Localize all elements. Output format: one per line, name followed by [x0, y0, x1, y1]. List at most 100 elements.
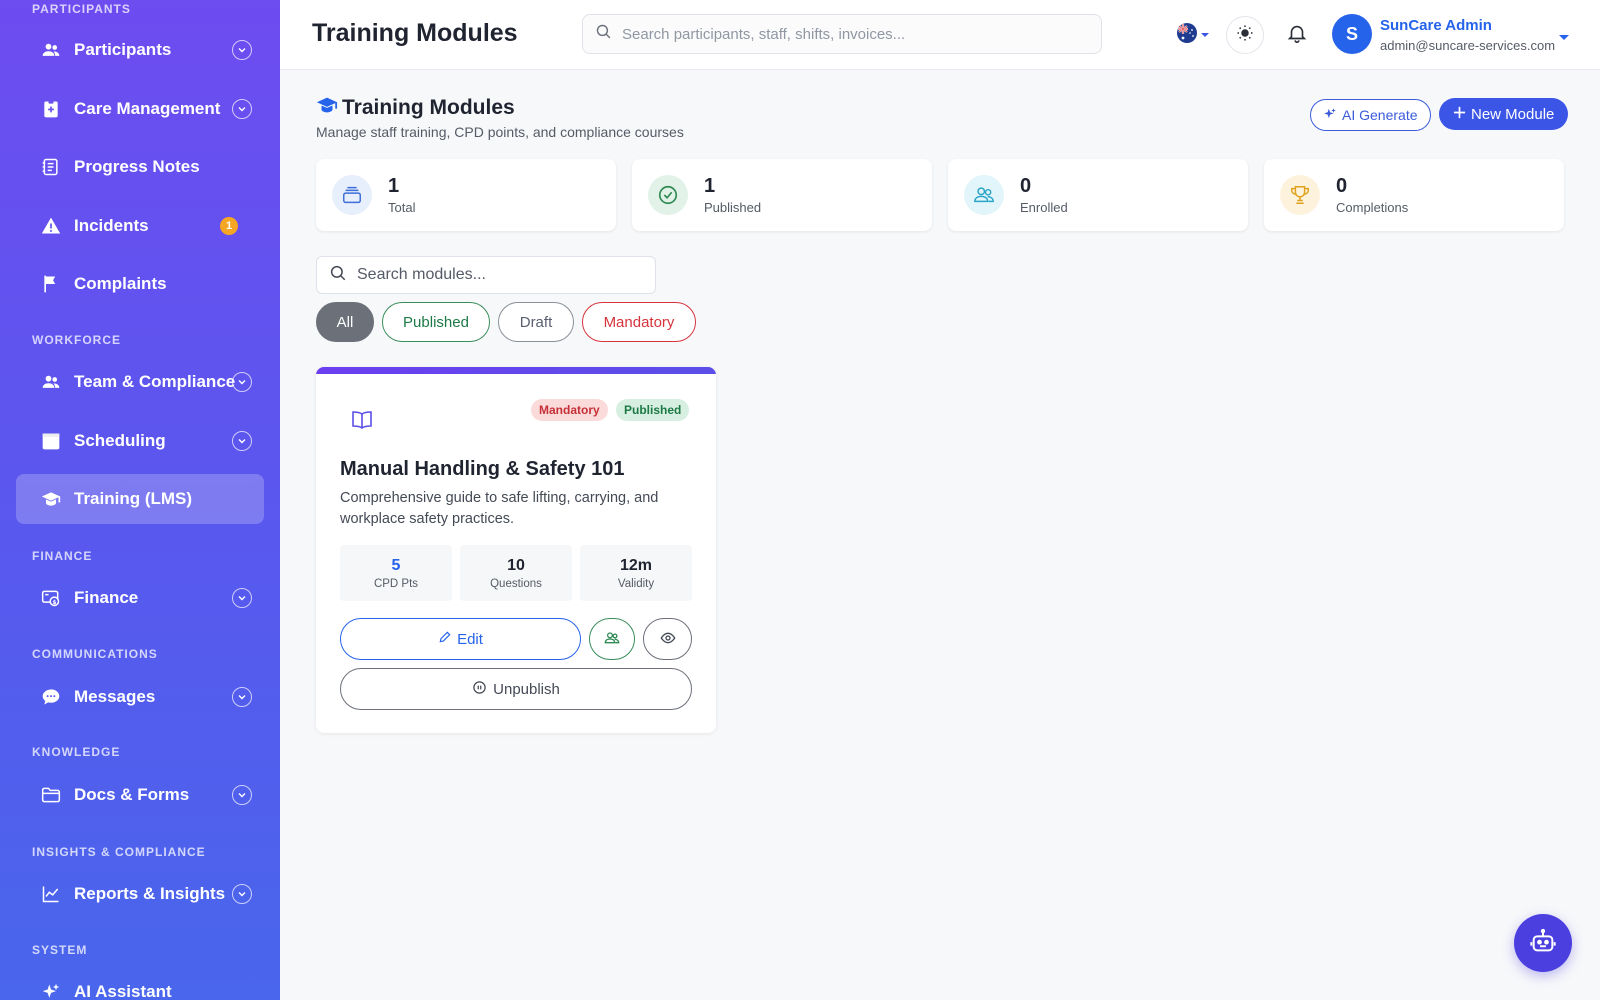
unpublish-button[interactable]: Unpublish: [340, 668, 692, 710]
chevron-down-icon[interactable]: [232, 687, 252, 707]
sidebar-item-label: Scheduling: [74, 431, 166, 450]
sidebar-item-label: Participants: [74, 40, 172, 59]
section-heading-text: Training Modules: [342, 96, 515, 119]
metric-label: Questions: [490, 578, 542, 590]
sidebar-item-reports[interactable]: Reports & Insights: [16, 869, 264, 919]
sidebar-item-label: Incidents: [74, 216, 149, 235]
sidebar-item-finance[interactable]: $ Finance: [16, 573, 264, 623]
metric-cpd-points: 5 CPD Pts: [340, 545, 452, 601]
stat-value: 1: [388, 175, 400, 197]
sidebar-item-label: Complaints: [74, 274, 167, 293]
global-search-input[interactable]: [622, 25, 1082, 43]
metric-value: 5: [391, 557, 401, 574]
section-label-participants: PARTICIPANTS: [32, 2, 131, 16]
sidebar-item-docs-forms[interactable]: Docs & Forms: [16, 770, 264, 820]
sparkle-icon: [40, 981, 62, 1000]
sun-icon: [1236, 24, 1254, 47]
sidebar-item-scheduling[interactable]: Scheduling: [16, 416, 264, 466]
stat-label: Total: [388, 200, 416, 215]
filter-draft[interactable]: Draft: [498, 302, 574, 342]
sidebar-item-ai-assistant[interactable]: AI Assistant: [16, 967, 264, 1000]
enroll-users-button[interactable]: [589, 618, 635, 660]
chevron-down-icon[interactable]: [232, 99, 252, 119]
sparkle-icon: [1323, 107, 1337, 124]
sidebar-item-progress-notes[interactable]: Progress Notes: [16, 142, 264, 192]
sidebar-item-training[interactable]: Training (LMS): [16, 474, 264, 524]
users-icon: [40, 371, 62, 393]
sidebar-item-care-management[interactable]: Care Management: [16, 84, 264, 134]
chevron-down-icon[interactable]: [232, 884, 252, 904]
stat-card-published: 1 Published: [632, 159, 932, 231]
sidebar-item-complaints[interactable]: Complaints: [16, 259, 264, 309]
eye-icon: [660, 630, 676, 649]
ai-generate-button[interactable]: AI Generate: [1310, 99, 1431, 131]
metric-value: 10: [507, 557, 525, 574]
page-subtitle: Manage staff training, CPD points, and c…: [316, 124, 684, 140]
sidebar-item-label: Messages: [74, 687, 156, 706]
language-selector[interactable]: [1176, 22, 1210, 49]
preview-module-button[interactable]: [643, 618, 692, 660]
sidebar-item-incidents[interactable]: Incidents 1: [16, 201, 264, 251]
sidebar-item-team-compliance[interactable]: Team & Compliance: [16, 357, 264, 407]
sidebar: PARTICIPANTS Participants Care Managemen…: [0, 0, 280, 1000]
warning-icon: [40, 215, 62, 237]
ai-chat-fab[interactable]: [1514, 914, 1572, 972]
users-icon: [604, 630, 620, 649]
book-icon: [350, 408, 374, 437]
module-search-input[interactable]: [357, 266, 637, 284]
published-badge: Published: [616, 399, 690, 421]
sidebar-item-label: AI Assistant: [74, 982, 172, 1000]
search-icon: [329, 264, 347, 287]
check-circle-icon: [648, 175, 688, 215]
module-card: Mandatory Published Manual Handling & Sa…: [316, 367, 716, 733]
page-title: Training Modules: [312, 19, 518, 47]
chart-line-icon: [40, 883, 62, 905]
chevron-down-icon[interactable]: [232, 431, 252, 451]
metric-value: 12m: [619, 557, 653, 574]
section-label-insights: INSIGHTS & COMPLIANCE: [32, 845, 206, 859]
module-title[interactable]: Manual Handling & Safety 101: [340, 458, 625, 481]
caret-down-icon: [1200, 27, 1210, 45]
users-icon: [40, 39, 62, 61]
unpublish-label: Unpublish: [493, 680, 560, 698]
stat-card-enrolled: 0 Enrolled: [948, 159, 1248, 231]
edit-module-button[interactable]: Edit: [340, 618, 581, 660]
flag-icon: [40, 273, 62, 295]
stat-value: 1: [704, 175, 716, 197]
section-label-communications: COMMUNICATIONS: [32, 647, 158, 661]
stat-value: 0: [1020, 175, 1032, 197]
sidebar-item-participants[interactable]: Participants: [16, 25, 264, 75]
sidebar-item-label: Team & Compliance: [74, 372, 236, 391]
avatar[interactable]: S: [1332, 14, 1372, 54]
clipboard-icon: [40, 98, 62, 120]
australia-flag-icon: [1176, 22, 1198, 49]
incidents-count-badge: 1: [220, 217, 238, 235]
pause-circle-icon: [472, 680, 487, 699]
search-icon: [595, 23, 612, 45]
metric-label: Validity: [617, 578, 655, 590]
sidebar-item-label: Progress Notes: [74, 157, 200, 176]
chevron-down-icon[interactable]: [232, 40, 252, 60]
user-name[interactable]: SunCare Admin: [1380, 17, 1492, 34]
metric-label: CPD Pts: [373, 578, 419, 590]
new-module-label: New Module: [1471, 105, 1555, 123]
module-description: Comprehensive guide to safe lifting, car…: [340, 490, 659, 527]
module-search[interactable]: [316, 256, 656, 294]
plus-icon: [1453, 106, 1466, 123]
filter-published[interactable]: Published: [382, 302, 490, 342]
caret-down-icon[interactable]: [1558, 30, 1570, 48]
section-label-finance: FINANCE: [32, 549, 93, 563]
theme-toggle-button[interactable]: [1226, 16, 1264, 54]
global-search[interactable]: [582, 14, 1102, 54]
notifications-button[interactable]: [1286, 22, 1308, 49]
chevron-down-icon[interactable]: [232, 372, 252, 392]
chevron-down-icon[interactable]: [232, 588, 252, 608]
sidebar-item-label: Care Management: [74, 99, 221, 118]
filter-all[interactable]: All: [316, 302, 374, 342]
new-module-button[interactable]: New Module: [1439, 98, 1569, 130]
filter-mandatory[interactable]: Mandatory: [582, 302, 696, 342]
sidebar-item-messages[interactable]: Messages: [16, 672, 264, 722]
layers-icon: [332, 175, 372, 215]
chevron-down-icon[interactable]: [232, 785, 252, 805]
user-email: admin@suncare-services.com: [1380, 38, 1556, 53]
